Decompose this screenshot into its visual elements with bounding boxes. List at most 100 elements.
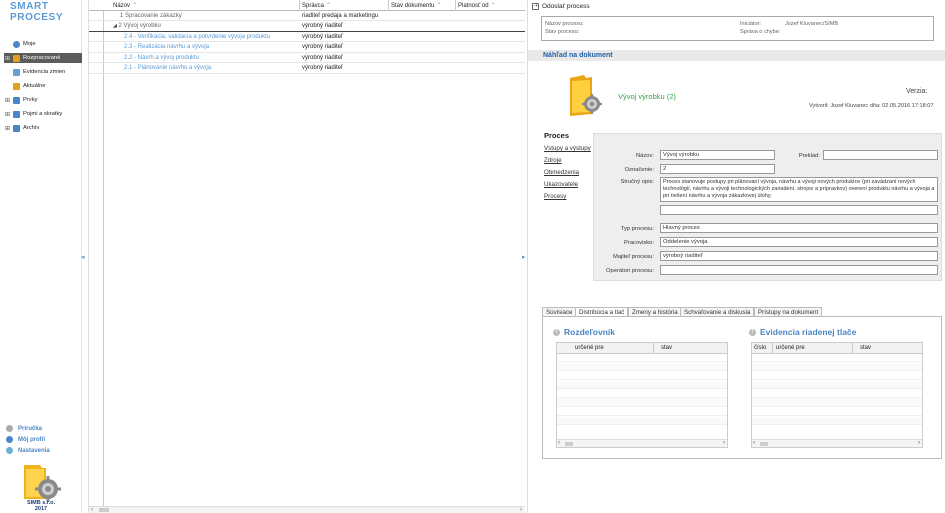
row-owner: výrobný riaditeľ [302,44,343,50]
sidebar-link-prirucka[interactable]: Príručka [6,425,42,432]
row-name[interactable]: 2.3 - Realizácia návrhu a vývoja [124,44,209,50]
horizontal-scrollbar[interactable]: ‹ › [752,439,922,447]
table-row[interactable]: 2.3 - Realizácia návrhu a vývoja výrobný… [89,43,525,53]
company-name: SIMB s.r.o. 2017 [18,500,64,512]
book-icon [13,110,20,118]
row-name[interactable]: 2.4 - Verifikácia, validácia a potvrdeni… [124,34,270,40]
nav-link-resources[interactable]: Zdroje [544,157,562,164]
table-row[interactable]: 1 Spracovanie zákazky riaditeľ predaja a… [89,11,525,22]
row-name[interactable]: 2.2 - Návrh a vývoj produktu [124,55,199,61]
scroll-right-icon[interactable]: › [723,440,725,446]
column-header[interactable]: stav [661,345,672,351]
sidebar-item-label: Evidencia zmien [23,69,66,75]
scrollbar-thumb[interactable] [99,508,109,512]
horizontal-scrollbar[interactable]: ‹ › [89,506,525,513]
book-icon [13,96,20,104]
scroll-left-icon[interactable]: ‹ [91,507,93,513]
sidebar-link-profil[interactable]: Môj profil [6,436,45,443]
link-label: Nastavenia [18,447,50,454]
row-name: 1 Spracovanie zákazky [120,12,182,19]
column-label: Platnosť od [458,3,489,9]
process-type-field[interactable]: Hlavný proces [660,223,938,233]
process-folder-icon [570,75,602,116]
row-name[interactable]: 2.1 - Plánovanie návrhu a vývoja [124,65,211,71]
sort-icon: ⌃ [326,3,332,9]
detail-panel: ⇢ Odoslať process Názov procesu: Stav pr… [527,0,945,513]
column-header-stav[interactable]: Stav dokumentu ⌃ [391,2,441,9]
expand-right-arrow-icon[interactable]: ▸ [522,253,526,261]
scroll-left-icon[interactable]: ‹ [558,440,560,446]
list-icon [13,68,20,76]
process-title: Vývoj výrobku (2) [618,92,676,101]
process-state-label: Stav procesu: [545,29,580,35]
sidebar-item-label: Prvky [23,97,38,103]
description-extra-field[interactable] [660,205,938,215]
scroll-left-icon[interactable]: ‹ [753,440,755,446]
collapse-left-arrow-icon[interactable]: ◂ [81,253,85,261]
column-header-spravca[interactable]: Správca ⌃ [302,2,331,9]
logo-line-1: SMART [10,1,49,12]
archive-icon [13,124,20,132]
table-row[interactable]: 2.4 - Verifikácia, validácia a potvrdeni… [89,32,525,43]
column-header[interactable]: stav [860,345,871,351]
info-icon[interactable]: ! [553,328,560,336]
expand-toggle[interactable]: ⊞ [4,55,11,62]
settings-icon [6,447,13,454]
process-tree-grid: Názov ⌃ Správca ⌃ Stav dokumentu ⌃ Platnosť… [88,0,526,513]
scroll-right-icon[interactable]: › [918,440,920,446]
nav-link-constraints[interactable]: Obmedzenia [544,169,579,176]
sidebar-item-moje[interactable]: Moje [4,39,82,49]
operators-field[interactable] [660,265,938,275]
tree-gutter-line [103,11,104,507]
sidebar-item-label: Pojmi a skratky [23,111,63,117]
translation-field[interactable] [823,150,938,160]
expand-toggle[interactable]: ⊞ [4,97,11,104]
row-owner: výrobný riaditeľ [302,33,343,40]
column-header-platnost[interactable]: Platnosť od ⌃ [458,2,496,9]
nav-link-inputs-outputs[interactable]: Vstupy a výstupy [544,145,591,152]
sidebar-item-rozpracovane[interactable]: ⊞ Rozpracované [4,53,82,63]
sidebar-link-nastavenia[interactable]: Nastavenia [6,447,50,454]
sidebar-item-aktualne[interactable]: Aktuálne [4,81,82,91]
link-label: Príručka [18,425,43,432]
folder-icon [13,82,20,90]
column-header-nazov[interactable]: Názov ⌃ [113,2,137,9]
info-icon[interactable]: ! [749,328,756,336]
nav-link-indicators[interactable]: Ukazovatele [544,181,578,188]
expand-toggle[interactable]: ⊞ [4,125,11,132]
table-row[interactable]: ◢ 2 Vývoj výrobku výrobný riaditeľ [89,22,525,32]
scroll-right-icon[interactable]: › [520,507,522,513]
operators-label: Operátori procesu: [605,268,654,274]
send-process-button[interactable]: ⇢ Odoslať process [532,3,590,10]
sort-icon: ⌃ [436,3,442,9]
sidebar-item-pojmi[interactable]: ⊞ Pojmi a skratky [4,109,82,119]
column-divider[interactable] [388,0,389,11]
nav-link-processes[interactable]: Procesy [544,193,566,200]
column-header[interactable]: číslo [754,345,766,351]
send-icon: ⇢ [532,3,539,10]
app-logo[interactable]: SMART PROCESY [10,1,80,23]
sidebar-item-prvky[interactable]: ⊞ Prvky [4,95,82,105]
table-row[interactable]: 2.2 - Návrh a vývoj produktu výrobný ria… [89,53,525,64]
description-textarea[interactable]: Proces stanovuje postupy pri plánovaní v… [660,177,938,202]
horizontal-scrollbar[interactable]: ‹ › [557,439,727,447]
document-preview-title: Náhľad na dokument [528,50,945,61]
initiator-label: Iniciátor: [740,21,762,27]
scrollbar-thumb[interactable] [760,442,768,446]
sidebar-item-evidencia-zmien[interactable]: Evidencia zmien [4,67,82,77]
sidebar-item-archiv[interactable]: ⊞ Archív [4,123,82,133]
column-divider[interactable] [455,0,456,11]
scrollbar-thumb[interactable] [565,442,573,446]
column-divider[interactable] [299,0,300,11]
workplace-field[interactable]: Oddelenie vývoja [660,237,938,247]
collapse-triangle-icon[interactable]: ◢ [113,23,117,29]
profile-icon [6,436,13,443]
name-field[interactable]: Vývoj výrobku [660,150,775,160]
owner-field[interactable]: výrobný riaditeľ [660,251,938,261]
expand-toggle[interactable]: ⊞ [4,111,11,118]
column-header[interactable]: určené pre [776,345,805,351]
designation-field[interactable]: 2 [660,164,775,174]
column-header[interactable]: určené pre [575,345,604,351]
table-row[interactable]: 2.1 - Plánovanie návrhu a vývoja výrobný… [89,64,525,74]
process-name-label: Názov procesu: [545,21,584,27]
